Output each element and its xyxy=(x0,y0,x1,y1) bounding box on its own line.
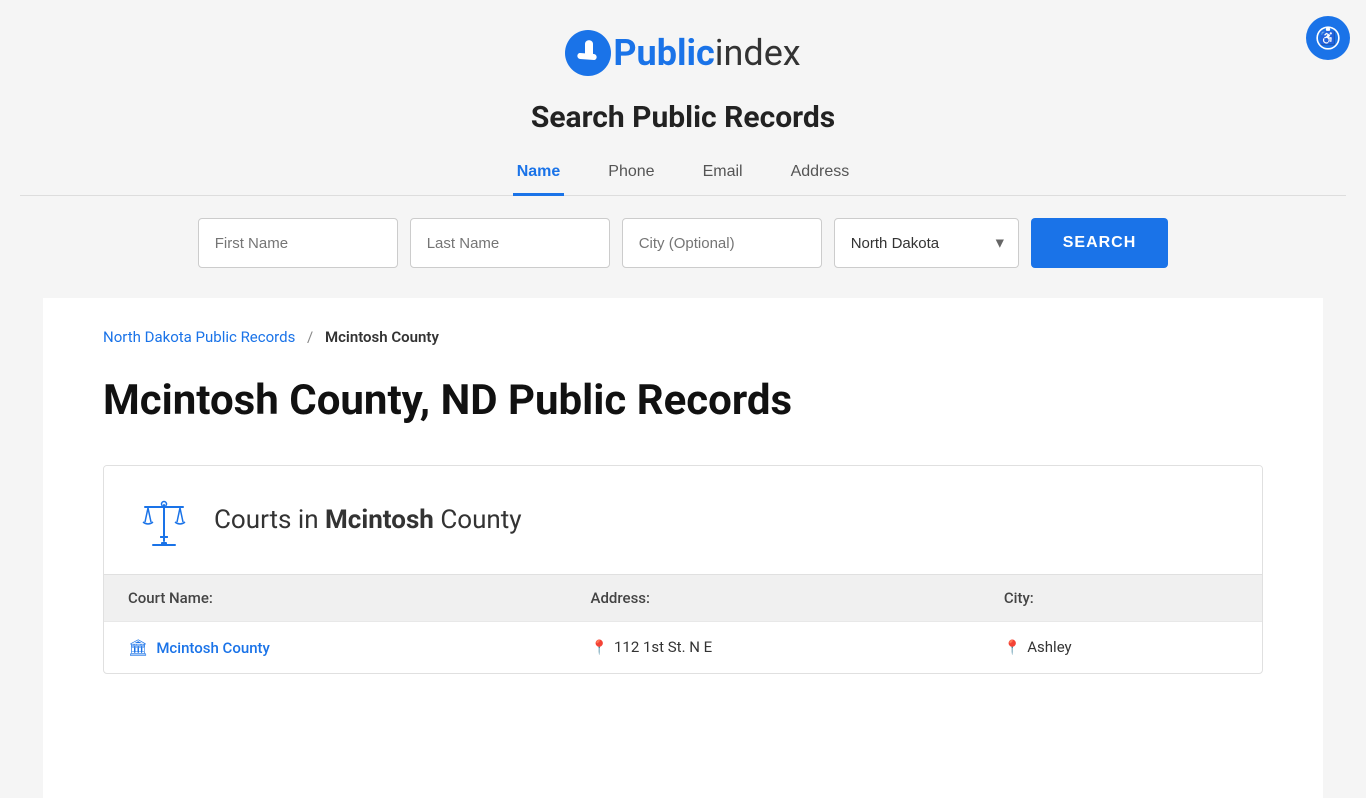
search-tabs: Name Phone Email Address xyxy=(20,155,1346,196)
state-select[interactable]: North Dakota Alabama Alaska Arizona Arka… xyxy=(834,218,1019,268)
city-input[interactable] xyxy=(622,218,822,268)
breadcrumb: North Dakota Public Records / Mcintosh C… xyxy=(103,328,1263,346)
logo-public: Public xyxy=(613,32,714,74)
address-text: 112 1st St. N E xyxy=(614,638,712,656)
courthouse-icon: 🏛 xyxy=(128,638,148,657)
courts-section: Courts in Mcintosh County Court Name: Ad… xyxy=(103,465,1263,674)
col-header-address: Address: xyxy=(567,575,980,622)
tab-address[interactable]: Address xyxy=(787,155,854,196)
page-heading: Mcintosh County, ND Public Records xyxy=(103,376,1263,425)
tab-phone[interactable]: Phone xyxy=(604,155,658,196)
breadcrumb-separator: / xyxy=(307,328,313,346)
courts-header: Courts in Mcintosh County xyxy=(104,466,1262,574)
tab-name[interactable]: Name xyxy=(513,155,565,196)
table-row: 🏛 Mcintosh County 📍 112 1st St. N E 📍 As… xyxy=(104,622,1262,674)
main-content: North Dakota Public Records / Mcintosh C… xyxy=(43,298,1323,798)
city-text: Ashley xyxy=(1027,638,1071,656)
scales-of-justice-icon xyxy=(134,490,194,550)
courts-table-header-row: Court Name: Address: City: xyxy=(104,575,1262,622)
state-select-wrapper: North Dakota Alabama Alaska Arizona Arka… xyxy=(834,218,1019,268)
last-name-input[interactable] xyxy=(410,218,610,268)
col-header-city: City: xyxy=(980,575,1262,622)
logo: Publicindex xyxy=(20,30,1346,76)
court-name-cell: 🏛 Mcintosh County xyxy=(104,622,567,674)
courts-table: Court Name: Address: City: 🏛 Mcintosh Co… xyxy=(104,574,1262,673)
search-button[interactable]: SEARCH xyxy=(1031,218,1169,268)
accessibility-button[interactable]: ♿ xyxy=(1306,16,1350,60)
map-marker-icon: 📍 xyxy=(1004,640,1021,656)
courts-section-title: Courts in Mcintosh County xyxy=(214,505,522,535)
col-header-court-name: Court Name: xyxy=(104,575,567,622)
breadcrumb-current: Mcintosh County xyxy=(325,328,439,346)
first-name-input[interactable] xyxy=(198,218,398,268)
search-section: Publicindex Search Public Records Name P… xyxy=(0,0,1366,298)
address-cell: 📍 112 1st St. N E xyxy=(567,622,980,674)
location-pin-icon: 📍 xyxy=(591,640,608,656)
svg-text:♿: ♿ xyxy=(1320,30,1336,45)
breadcrumb-link[interactable]: North Dakota Public Records xyxy=(103,328,295,346)
court-name-link[interactable]: 🏛 Mcintosh County xyxy=(128,638,543,657)
logo-index: index xyxy=(715,32,801,74)
search-title: Search Public Records xyxy=(20,100,1346,135)
search-inputs-row: North Dakota Alabama Alaska Arizona Arka… xyxy=(20,218,1346,268)
tab-email[interactable]: Email xyxy=(699,155,747,196)
city-cell: 📍 Ashley xyxy=(980,622,1262,674)
court-name-text: Mcintosh County xyxy=(156,639,270,657)
